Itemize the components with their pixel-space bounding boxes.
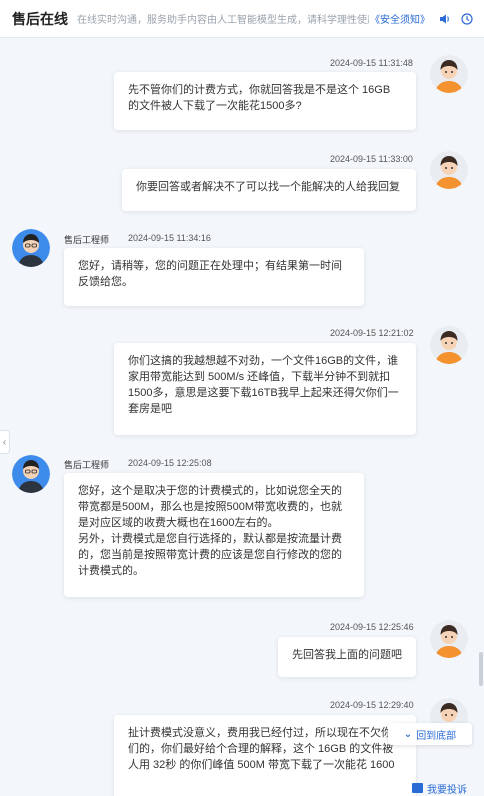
volume-icon[interactable] [438, 12, 452, 26]
user-avatar [430, 55, 468, 93]
user-avatar [430, 326, 468, 364]
back-to-bottom-label: 回到底部 [416, 730, 457, 742]
message-bubble: 扯计费模式没意义，费用我已经付过，所以现在不欠你 们的，你们最好给个合理的解释，… [114, 715, 416, 796]
message-bubble: 先不管你们的计费方式，你就回答我是不是这个 16GB 的文件被人下载了一次能花1… [114, 72, 416, 130]
sender-name: 售后工程师 [64, 460, 110, 470]
message-icon [412, 783, 423, 793]
agent-avatar [12, 455, 50, 493]
message-bubble: 你们这搞的我越想越不对劲，一个文件16GB的文件，谁 家用带宽能达到 500M/… [114, 343, 416, 435]
sender-name: 售后工程师 [64, 235, 110, 245]
message-timestamp: 2024-09-15 12:25:08 [128, 458, 212, 468]
message-timestamp: 2024-09-15 12:25:46 [330, 622, 414, 632]
clock-icon[interactable] [460, 12, 474, 26]
chat-header: 售后在线 在线实时沟通，服务助手内容由人工智能模型生成，请科学理性使用。 《安全… [0, 0, 484, 38]
message-bubble: 您好，请稍等，您的问题正在处理中；有结果第一时间 反馈给您。 [64, 248, 364, 306]
safety-notice-link[interactable]: 《安全须知》 [370, 11, 430, 26]
complaint-button[interactable]: 我要投诉 [412, 780, 467, 796]
complaint-label: 我要投诉 [427, 784, 467, 796]
user-avatar [430, 620, 468, 658]
chat-area[interactable]: 2024-09-15 11:31:48 先不管你们的计费方式，你就回答我是不是这… [0, 38, 484, 796]
message-timestamp: 2024-09-15 11:33:00 [330, 154, 413, 164]
ai-notice-text: 在线实时沟通，服务助手内容由人工智能模型生成，请科学理性使用。 [77, 15, 369, 26]
message-bubble: 先回答我上面的问题吧 [278, 637, 416, 677]
collapse-arrow-icon[interactable]: ‹ [0, 430, 10, 454]
back-to-bottom-button[interactable]: ⌄ 回到底部 [388, 723, 472, 745]
message-timestamp: 2024-09-15 12:21:02 [330, 328, 414, 338]
page-title: 售后在线 [12, 10, 68, 27]
message-timestamp: 2024-09-15 11:34:16 [128, 233, 211, 243]
user-avatar [430, 151, 468, 189]
message-bubble: 您好，这个是取决于您的计费模式的，比如说您全天的 带宽都是500M，那么也是按照… [64, 473, 364, 597]
message-timestamp: 2024-09-15 11:31:48 [330, 58, 413, 68]
agent-avatar [12, 229, 50, 267]
message-timestamp: 2024-09-15 12:29:40 [330, 700, 414, 710]
message-bubble: 你要回答或者解决不了可以找一个能解决的人给我回复 [122, 169, 416, 211]
double-chevron-down-icon: ⌄ [403, 728, 413, 740]
scrollbar-thumb[interactable] [479, 652, 483, 686]
